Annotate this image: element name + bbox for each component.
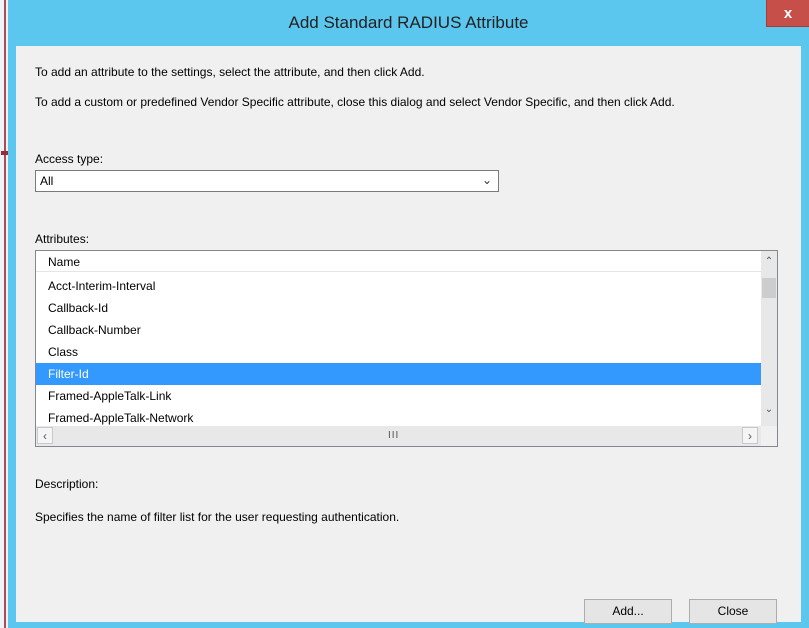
- list-item-label: Callback-Id: [48, 301, 109, 315]
- attributes-label: Attributes:: [35, 232, 90, 246]
- access-type-label: Access type:: [35, 152, 104, 166]
- background-window-border: [4, 0, 6, 628]
- list-item[interactable]: Callback-Id: [36, 297, 761, 319]
- list-item-label: Framed-AppleTalk-Network: [48, 411, 194, 425]
- background-window-edge: [0, 0, 8, 628]
- list-item-selected[interactable]: Filter-Id: [36, 363, 761, 385]
- vertical-scroll-thumb[interactable]: [762, 278, 776, 298]
- vertical-scrollbar[interactable]: ⌃ ⌄: [761, 251, 777, 426]
- chevron-down-icon: ⌄: [481, 173, 492, 187]
- horizontal-scrollbar[interactable]: ‹ III ›: [36, 426, 761, 446]
- add-button[interactable]: Add...: [584, 599, 672, 624]
- scroll-left-icon[interactable]: ‹: [37, 427, 53, 444]
- close-button[interactable]: Close: [689, 599, 777, 624]
- list-item[interactable]: Framed-AppleTalk-Link: [36, 385, 761, 407]
- list-item[interactable]: Class: [36, 341, 761, 363]
- list-item-label: Framed-AppleTalk-Link: [48, 389, 172, 403]
- intro-line-2: To add a custom or predefined Vendor Spe…: [35, 95, 675, 109]
- access-type-dropdown[interactable]: All ⌄: [35, 170, 499, 192]
- dialog-body: To add an attribute to the settings, sel…: [16, 46, 801, 624]
- dialog-title: Add Standard RADIUS Attribute: [288, 13, 529, 32]
- list-item[interactable]: Callback-Number: [36, 319, 761, 341]
- list-item[interactable]: Acct-Interim-Interval: [36, 275, 761, 297]
- scroll-up-icon[interactable]: ⌃: [761, 253, 777, 270]
- close-icon: x: [783, 4, 793, 22]
- list-item-label: Acct-Interim-Interval: [48, 279, 156, 293]
- access-type-value: All: [40, 174, 54, 188]
- list-item-label: Filter-Id: [48, 367, 89, 381]
- description-label: Description:: [35, 477, 99, 491]
- attributes-list[interactable]: Name Acct-Interim-Interval Callback-Id C…: [35, 250, 778, 447]
- description-text: Specifies the name of filter list for th…: [35, 510, 400, 524]
- column-header-label: Name: [48, 255, 81, 269]
- intro-line-1: To add an attribute to the settings, sel…: [35, 65, 425, 79]
- list-item-label: Callback-Number: [48, 323, 141, 337]
- column-header-name[interactable]: Name: [36, 251, 761, 272]
- background-window-marker: [1, 151, 8, 155]
- close-window-button[interactable]: x: [766, 0, 809, 27]
- scrollbar-corner: [761, 426, 777, 446]
- add-standard-radius-attribute-dialog: Add Standard RADIUS Attribute x To add a…: [8, 0, 809, 628]
- list-item-label: Class: [48, 345, 79, 359]
- scroll-right-icon[interactable]: ›: [742, 427, 758, 444]
- horizontal-scroll-grip-icon[interactable]: III: [388, 430, 399, 441]
- scroll-down-icon[interactable]: ⌄: [761, 401, 777, 418]
- title-bar[interactable]: Add Standard RADIUS Attribute x: [8, 0, 809, 46]
